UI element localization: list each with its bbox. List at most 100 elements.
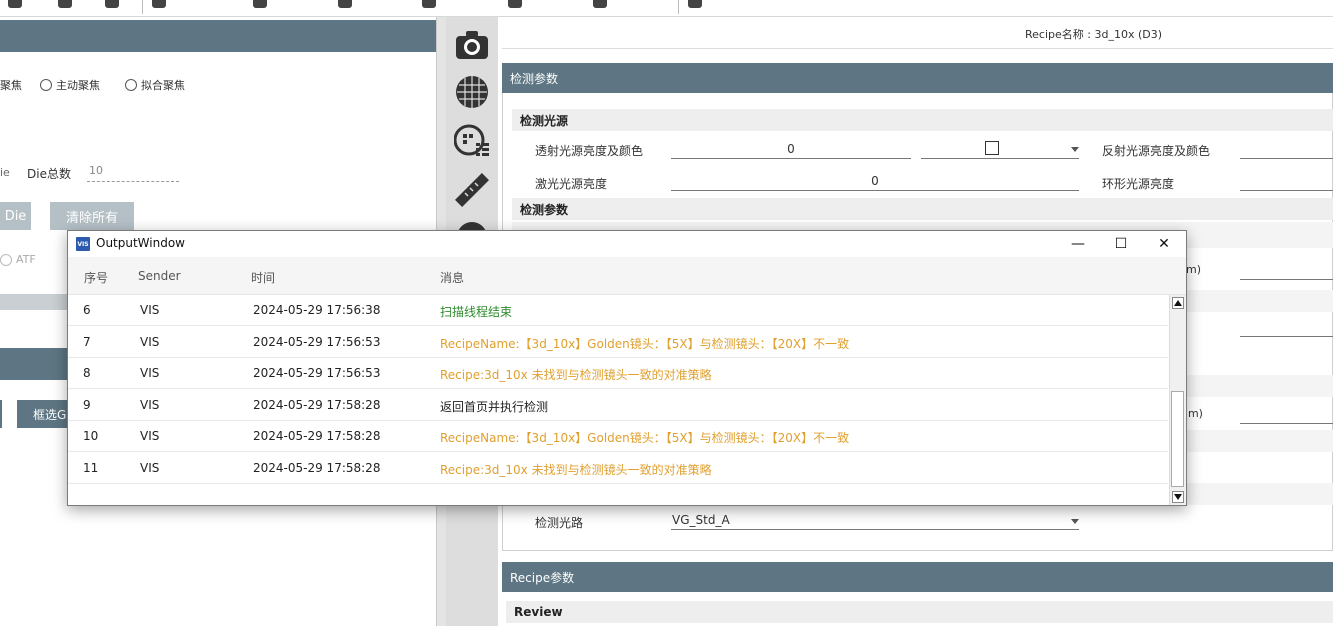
log-message: 扫描线程结束 [440, 305, 513, 319]
atf-label: ATF [16, 253, 36, 266]
light-source-subhead: 检测光源 [512, 109, 1333, 131]
die-total-input[interactable]: 10 [87, 164, 179, 182]
laser-light-input[interactable]: 0 [671, 173, 1079, 191]
log-id: 9 [83, 397, 91, 412]
toolbar-item[interactable] [253, 0, 267, 9]
toolbar-item[interactable] [338, 0, 352, 9]
log-row[interactable]: 9 VIS 2024-05-29 17:58:28 返回首页并执行检测 [68, 389, 1168, 421]
radio-circle [40, 79, 52, 91]
optical-path-dropdown[interactable]: VG_Std_A [671, 512, 1079, 530]
log-row[interactable]: 7 VIS 2024-05-29 17:56:53 RecipeName:【3d_10… [68, 326, 1168, 358]
wafer-grid-icon[interactable] [454, 74, 490, 110]
log-sender: VIS [140, 303, 160, 317]
log-message: 返回首页并执行检测 [440, 399, 549, 414]
vertical-scrollbar[interactable] [1169, 295, 1186, 505]
toolbar-icon [105, 0, 119, 8]
active-focus-radio[interactable]: 主动聚焦 [40, 77, 100, 93]
log-sender: VIS [140, 366, 160, 380]
log-sender: VIS [140, 429, 160, 443]
ring-light-input[interactable] [1240, 173, 1333, 191]
log-grid-header: 序号 Sender 时间 消息 [68, 257, 1186, 295]
param-input[interactable] [1240, 319, 1333, 337]
review-subhead: Review [506, 601, 1333, 623]
subhead-title: Review [514, 605, 563, 619]
ring-light-label: 环形光源亮度 [1102, 177, 1175, 191]
radio-label: 拟合聚焦 [141, 79, 185, 92]
scroll-up-button[interactable] [1172, 297, 1184, 309]
log-time: 2024-05-29 17:56:53 [253, 334, 381, 349]
section-title: Recipe参数 [510, 570, 575, 585]
transmit-color-dropdown[interactable] [921, 141, 1079, 159]
top-toolbar [0, 0, 1333, 17]
log-row[interactable]: 8 VIS 2024-05-29 17:56:53 Recipe:3d_10x 未找到… [68, 358, 1168, 389]
output-window-titlebar[interactable]: VIS OutputWindow — ☐ ✕ [68, 231, 1186, 257]
log-message: Recipe:3d_10x 未找到与检测镜头一致的对准策略 [440, 368, 712, 382]
toolbar-item[interactable] [508, 0, 522, 9]
log-sender: VIS [140, 334, 160, 349]
reflect-light-label: 反射光源亮度及颜色 [1102, 144, 1211, 158]
toolbar-item[interactable] [105, 0, 119, 9]
column-header-id[interactable]: 序号 [84, 269, 108, 286]
column-header-time[interactable]: 时间 [251, 269, 275, 286]
radio-label: 聚焦 [0, 79, 22, 92]
toolbar-separator [678, 0, 679, 14]
inspection-params-header: 检测参数 [502, 63, 1333, 93]
left-panel-header [0, 20, 436, 52]
close-button[interactable]: ✕ [1142, 231, 1186, 257]
color-swatch [985, 141, 999, 155]
die-total-label: Die总数 [27, 167, 71, 181]
scrollbar-thumb[interactable] [1171, 391, 1184, 487]
log-sender: VIS [140, 460, 160, 475]
log-row[interactable]: 6 VIS 2024-05-29 17:56:38 扫描线程结束 [68, 295, 1168, 326]
clear-all-label: 清除所有 [65, 210, 118, 226]
die-button-label: Die [4, 208, 27, 224]
log-message: Recipe:3d_10x 未找到与检测镜头一致的对准策略 [440, 462, 712, 477]
user-icon [593, 0, 607, 8]
log-message: RecipeName:【3d_10x】Golden镜头：【5X】与检测镜头：【2… [440, 431, 850, 445]
wafer-list-icon[interactable] [454, 123, 490, 159]
minimize-button[interactable]: — [1056, 231, 1100, 257]
clear-all-button[interactable]: 清除所有 [50, 202, 134, 230]
toolbar-item[interactable] [8, 0, 22, 9]
left-edge-button[interactable] [0, 400, 2, 428]
atf-radio[interactable]: ATF [0, 253, 36, 266]
output-window: VIS OutputWindow — ☐ ✕ 序号 Sender 时间 消息 6… [67, 230, 1187, 506]
toolbar-item[interactable] [688, 0, 702, 9]
die-label-fragment: ie [0, 166, 10, 179]
camera-icon[interactable] [454, 27, 490, 63]
param-input[interactable] [1240, 262, 1333, 280]
camera-icon [422, 0, 436, 8]
toolbar-item[interactable] [152, 0, 166, 9]
toolbar-item[interactable] [422, 0, 436, 9]
tool-icon [338, 0, 352, 8]
ruler-icon[interactable] [454, 172, 490, 208]
radio-circle [125, 79, 137, 91]
log-message: RecipeName:【3d_10x】Golden镜头：【5X】与检测镜头：【2… [440, 336, 850, 351]
subhead-title: 检测参数 [520, 202, 569, 217]
log-id: 8 [83, 366, 91, 380]
log-row[interactable]: 10 VIS 2024-05-29 17:58:28 RecipeName:【3d_1… [68, 421, 1168, 452]
recipe-name: Recipe名称 : 3d_10x (D3) [1025, 28, 1163, 41]
recipe-params-header: Recipe参数 [502, 562, 1333, 592]
unit-label: m) [1186, 263, 1202, 276]
transmit-light-label: 透射光源亮度及颜色 [535, 144, 644, 158]
reflect-light-input[interactable] [1240, 141, 1333, 159]
fit-focus-radio[interactable]: 拟合聚焦 [125, 77, 185, 93]
select-button-label: 框选G [33, 407, 67, 422]
column-header-sender[interactable]: Sender [138, 269, 181, 283]
column-header-message[interactable]: 消息 [440, 269, 464, 286]
scroll-down-button[interactable] [1172, 491, 1184, 503]
transmit-light-input[interactable]: 0 [671, 141, 911, 159]
toolbar-item[interactable] [58, 0, 72, 9]
maximize-button[interactable]: ☐ [1099, 231, 1143, 257]
log-id: 10 [83, 429, 99, 443]
toolbar-item[interactable] [593, 0, 607, 9]
chevron-down-icon [1071, 519, 1079, 524]
section-title: 检测参数 [510, 71, 559, 86]
log-row[interactable]: 11 VIS 2024-05-29 17:58:28 Recipe:3d_10x 未找… [68, 452, 1168, 484]
radio-label: 主动聚焦 [56, 79, 100, 92]
log-time: 2024-05-29 17:58:28 [253, 397, 381, 412]
focus-radio-1[interactable]: 聚焦 [0, 77, 22, 93]
param-input[interactable] [1240, 406, 1333, 424]
die-button[interactable]: Die [0, 202, 31, 230]
